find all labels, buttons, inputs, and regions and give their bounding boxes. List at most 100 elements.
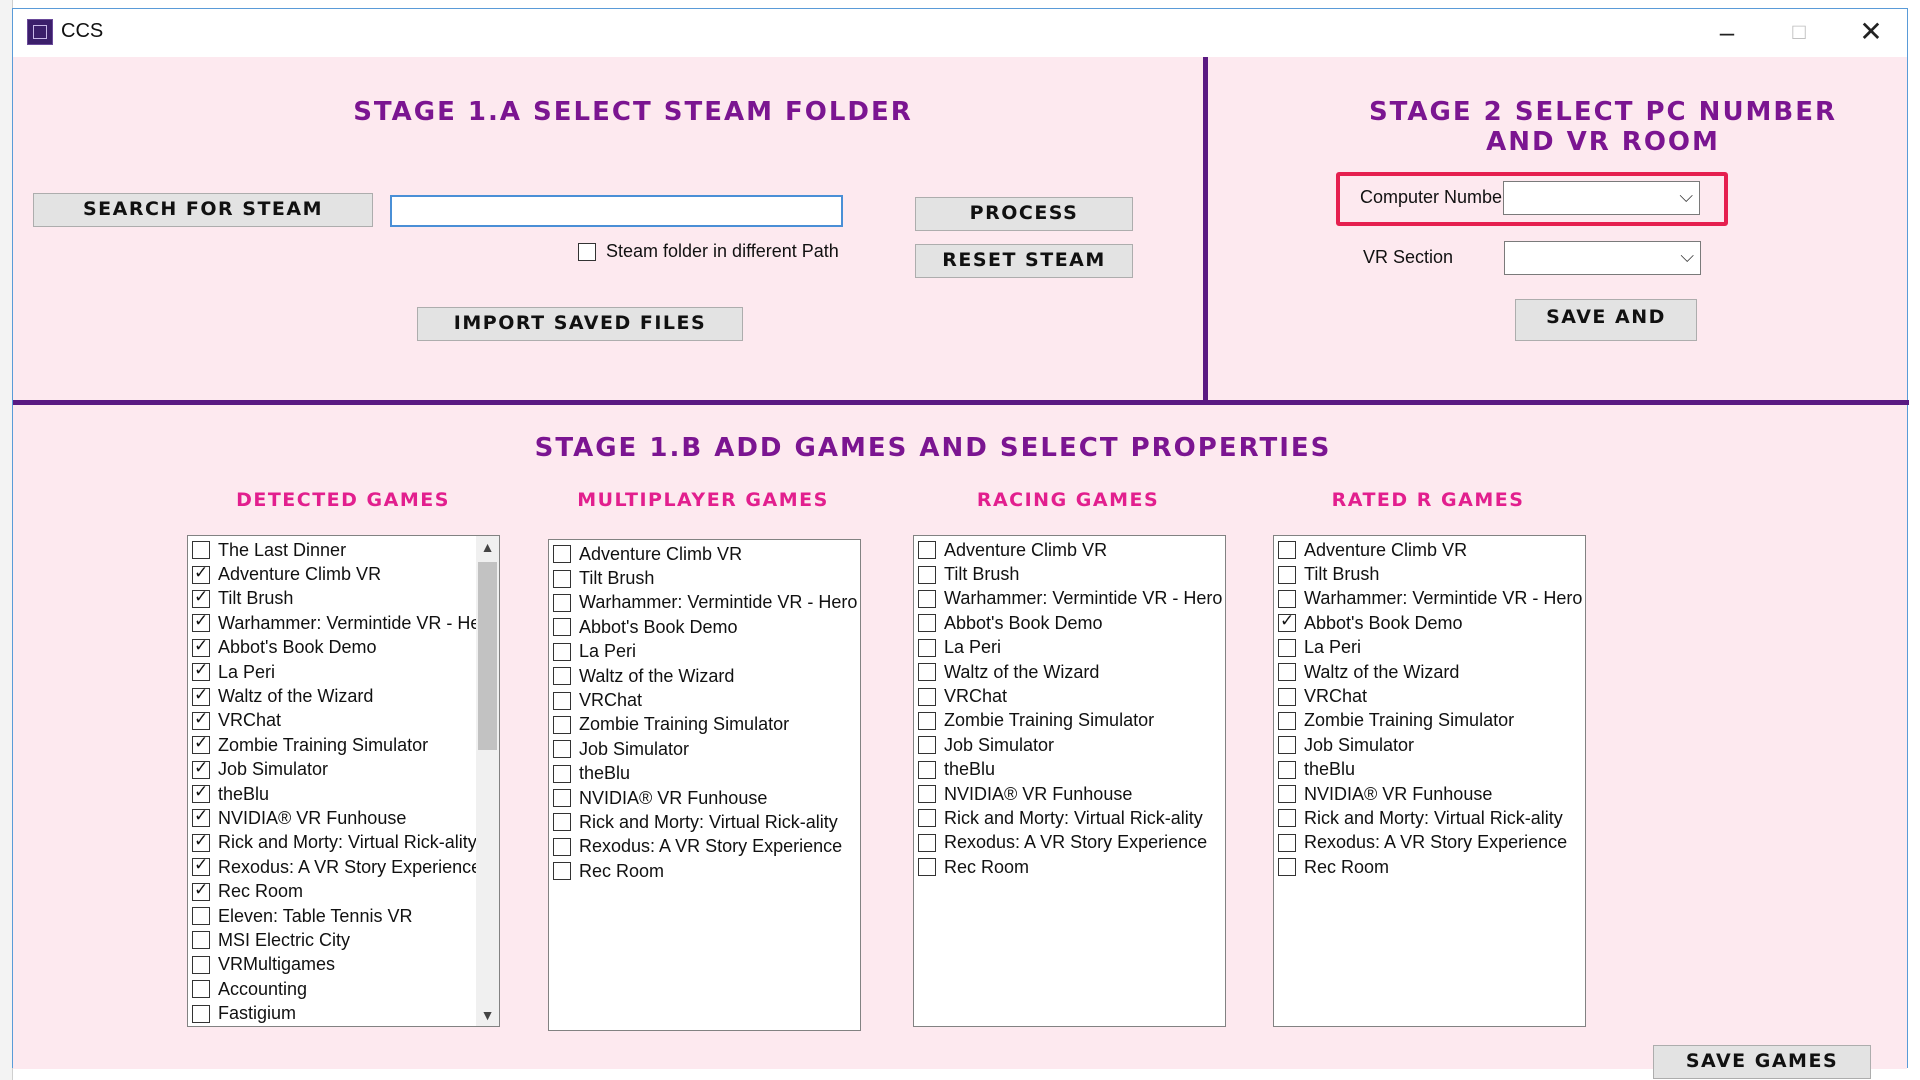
search-for-steam-button[interactable]: SEARCH FOR STEAM xyxy=(33,193,373,227)
game-checkbox[interactable] xyxy=(918,833,936,852)
game-list-item[interactable]: Rec Room xyxy=(1274,855,1585,879)
game-list-item[interactable]: Zombie Training Simulator xyxy=(188,733,499,757)
game-list-item[interactable]: Rick and Morty: Virtual Rick-ality xyxy=(914,806,1225,830)
game-list-item[interactable]: Adventure Climb VR xyxy=(549,542,860,566)
multiplayer-games-list[interactable]: Adventure Climb VR Tilt Brush Warhammer: V… xyxy=(548,539,861,1031)
game-checkbox[interactable] xyxy=(553,862,571,881)
game-checkbox[interactable] xyxy=(192,782,210,804)
process-button[interactable]: PROCESS xyxy=(915,197,1133,231)
game-checkbox[interactable] xyxy=(918,663,936,682)
game-checkbox[interactable] xyxy=(192,1004,210,1023)
game-list-item[interactable]: Abbot's Book Demo xyxy=(914,611,1225,635)
game-checkbox[interactable] xyxy=(553,569,571,588)
game-list-item[interactable]: Waltz of the Wizard xyxy=(549,664,860,688)
game-checkbox[interactable] xyxy=(192,831,210,852)
game-list-item[interactable]: NVIDIA® VR Funhouse xyxy=(914,782,1225,806)
save-and-button[interactable]: SAVE AND xyxy=(1515,299,1697,341)
game-list-item[interactable]: Rec Room xyxy=(188,879,499,903)
steam-path-input[interactable] xyxy=(390,195,843,227)
title-bar[interactable]: CCS – □ ✕ xyxy=(13,9,1907,57)
game-checkbox[interactable] xyxy=(918,858,936,877)
game-list-item[interactable]: Rick and Morty: Virtual Rick-ality xyxy=(188,831,499,855)
maximize-icon[interactable]: □ xyxy=(1763,9,1835,57)
game-list-item[interactable]: La Peri xyxy=(188,660,499,684)
game-list-item[interactable]: VRChat xyxy=(188,709,499,733)
game-list-item[interactable]: theBlu xyxy=(914,758,1225,782)
game-list-item[interactable]: Job Simulator xyxy=(914,733,1225,757)
game-checkbox[interactable] xyxy=(192,880,210,901)
game-checkbox[interactable] xyxy=(918,785,936,804)
game-checkbox[interactable] xyxy=(918,711,936,730)
scroll-thumb[interactable] xyxy=(478,562,497,750)
game-list-item[interactable]: Warhammer: Vermintide VR - Hero T xyxy=(1274,587,1585,611)
game-list-item[interactable]: VRMultigames xyxy=(188,953,499,977)
game-checkbox[interactable] xyxy=(1278,589,1296,608)
game-checkbox[interactable] xyxy=(1278,858,1296,877)
game-checkbox[interactable] xyxy=(192,955,210,974)
game-list-item[interactable]: NVIDIA® VR Funhouse xyxy=(549,786,860,810)
game-checkbox[interactable] xyxy=(1278,638,1296,657)
game-list-item[interactable]: La Peri xyxy=(1274,636,1585,660)
game-checkbox[interactable] xyxy=(918,638,936,657)
game-list-item[interactable]: Adventure Climb VR xyxy=(1274,538,1585,562)
game-checkbox[interactable] xyxy=(192,587,210,608)
game-checkbox[interactable] xyxy=(1278,736,1296,755)
game-checkbox[interactable] xyxy=(553,837,571,856)
game-checkbox[interactable] xyxy=(918,614,936,633)
game-checkbox[interactable] xyxy=(1278,711,1296,730)
rated-r-games-list[interactable]: Adventure Climb VR Tilt Brush Warhammer: V… xyxy=(1273,535,1586,1027)
computer-number-dropdown[interactable]: ⌵ xyxy=(1503,181,1700,215)
game-list-item[interactable]: Tilt Brush xyxy=(188,587,499,611)
game-checkbox[interactable] xyxy=(553,740,571,759)
racing-games-list[interactable]: Adventure Climb VR Tilt Brush Warhammer: V… xyxy=(913,535,1226,1027)
game-list-item[interactable]: Waltz of the Wizard xyxy=(188,684,499,708)
game-list-item[interactable]: Job Simulator xyxy=(549,737,860,761)
save-games-button[interactable]: SAVE GAMES xyxy=(1653,1045,1871,1079)
game-checkbox[interactable] xyxy=(553,642,571,661)
game-checkbox[interactable] xyxy=(192,855,210,877)
game-checkbox[interactable] xyxy=(553,813,571,832)
game-list-item[interactable]: Tilt Brush xyxy=(914,562,1225,586)
game-list-item[interactable]: Rick and Morty: Virtual Rick-ality xyxy=(549,810,860,834)
import-saved-files-button[interactable]: IMPORT SAVED FILES xyxy=(417,307,743,341)
game-checkbox[interactable] xyxy=(918,565,936,584)
game-checkbox[interactable] xyxy=(918,809,936,828)
game-checkbox[interactable] xyxy=(192,733,210,755)
vr-section-dropdown[interactable]: ⌵ xyxy=(1504,241,1701,275)
game-list-item[interactable]: Job Simulator xyxy=(1274,733,1585,757)
game-list-item[interactable]: VRChat xyxy=(914,684,1225,708)
game-checkbox[interactable] xyxy=(192,685,210,706)
game-checkbox[interactable] xyxy=(553,593,571,612)
reset-steam-button[interactable]: RESET STEAM xyxy=(915,244,1133,278)
game-list-item[interactable]: Rexodus: A VR Story Experience xyxy=(188,855,499,879)
game-checkbox[interactable] xyxy=(1278,565,1296,584)
diff-path-option[interactable]: Steam folder in different Path xyxy=(578,241,839,262)
game-list-item[interactable]: NVIDIA® VR Funhouse xyxy=(188,806,499,830)
detected-games-scrollbar[interactable]: ▲ ▼ xyxy=(476,536,499,1026)
game-list-item[interactable]: Warhammer: Vermintide VR - Hero T xyxy=(549,591,860,615)
game-list-item[interactable]: Warhammer: Vermintide VR - Hero T xyxy=(914,587,1225,611)
game-list-item[interactable]: Tilt Brush xyxy=(549,566,860,590)
game-checkbox[interactable] xyxy=(1278,687,1296,706)
game-checkbox[interactable] xyxy=(1278,833,1296,852)
game-list-item[interactable]: Fastigium xyxy=(188,1001,499,1025)
game-checkbox[interactable] xyxy=(192,806,210,828)
detected-games-list[interactable]: The Last Dinner Adventure Climb VR Tilt Br… xyxy=(187,535,500,1027)
game-checkbox[interactable] xyxy=(553,618,571,637)
game-list-item[interactable]: VRChat xyxy=(1274,684,1585,708)
game-checkbox[interactable] xyxy=(1278,611,1296,633)
game-checkbox[interactable] xyxy=(1278,760,1296,779)
game-checkbox[interactable] xyxy=(192,636,210,657)
game-list-item[interactable]: Waltz of the Wizard xyxy=(1274,660,1585,684)
game-list-item[interactable]: Rick and Morty: Virtual Rick-ality xyxy=(1274,806,1585,830)
scroll-down-icon[interactable]: ▼ xyxy=(476,1004,499,1026)
game-checkbox[interactable] xyxy=(1278,663,1296,682)
game-list-item[interactable]: La Peri xyxy=(549,640,860,664)
game-list-item[interactable]: The Last Dinner xyxy=(188,538,499,562)
game-checkbox[interactable] xyxy=(918,736,936,755)
game-checkbox[interactable] xyxy=(553,691,571,710)
game-list-item[interactable]: NVIDIA® VR Funhouse xyxy=(1274,782,1585,806)
game-list-item[interactable]: Abbot's Book Demo xyxy=(1274,611,1585,635)
game-checkbox[interactable] xyxy=(918,589,936,608)
game-list-item[interactable]: Rexodus: A VR Story Experience xyxy=(549,835,860,859)
